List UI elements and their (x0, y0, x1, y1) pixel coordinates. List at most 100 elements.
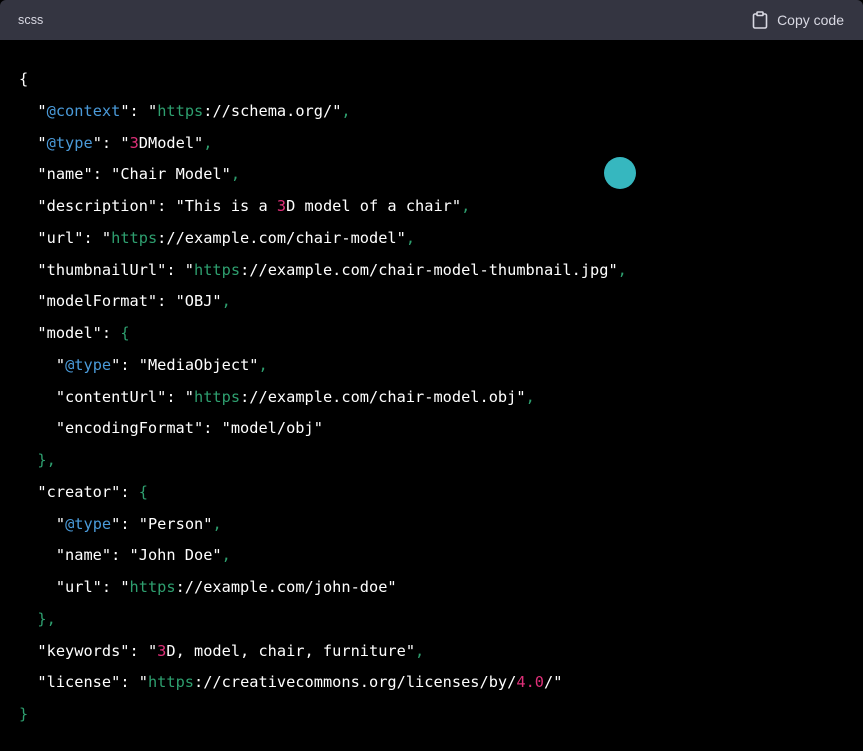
code-line: "keywords": "3D, model, chair, furniture… (19, 636, 863, 668)
code-token: "contentUrl" (19, 387, 167, 406)
code-token: 3 (276, 197, 287, 215)
code-token: " (19, 101, 47, 120)
code-token: "encodingFormat" (19, 419, 204, 438)
copy-code-label: Copy code (777, 12, 844, 28)
code-token: : (157, 292, 176, 311)
code-token: , (230, 165, 241, 184)
code-token: @context (46, 101, 121, 120)
code-line: "url": "https://example.com/chair-model"… (19, 223, 863, 255)
code-token: " (111, 514, 121, 533)
code-token: 3 (157, 641, 167, 660)
code-token: "This is a (175, 197, 277, 215)
code-token: "name" (19, 165, 93, 184)
code-token: "keywords" (19, 641, 130, 660)
code-token: https (147, 673, 195, 692)
code-line: "description": "This is a 3D model of a … (19, 191, 863, 223)
code-token: "creator" (19, 482, 121, 501)
code-token: "modelFormat" (19, 292, 158, 311)
code-line: } (19, 699, 863, 731)
code-line: "thumbnailUrl": "https://example.com/cha… (19, 255, 863, 287)
code-token: : (111, 546, 130, 565)
code-token: @type (46, 133, 93, 152)
code-token: : (157, 197, 176, 215)
code-token: D model of a chair" (286, 197, 462, 215)
code-line: "model": { (19, 318, 863, 350)
code-line: "name": "John Doe", (19, 540, 863, 572)
code-token: 4.0 (516, 673, 544, 692)
code-token: : (92, 165, 112, 184)
code-block-header: scss Copy code (0, 0, 863, 40)
code-token: , (617, 260, 627, 279)
copy-code-button[interactable]: Copy code (752, 11, 844, 29)
language-label: scss (18, 13, 44, 27)
code-token: { (19, 70, 29, 88)
code-token: , (405, 228, 416, 247)
code-token: "model/obj" (221, 419, 323, 438)
code-token: }, (19, 451, 56, 469)
code-token: , (212, 514, 222, 533)
code-line: "creator": { (19, 477, 863, 509)
code-token: : (101, 578, 121, 596)
code-token: " (120, 133, 130, 152)
code-token: /" (544, 673, 563, 692)
code-token: "license" (19, 673, 121, 692)
code-token: "url" (19, 578, 102, 596)
code-line: "@type": "MediaObject", (19, 350, 863, 382)
code-token: , (258, 355, 268, 374)
code-token: , (341, 101, 351, 120)
code-token: { (138, 482, 148, 501)
code-token: https (194, 260, 241, 279)
code-token: : (83, 228, 102, 247)
code-token: "thumbnailUrl" (19, 260, 167, 279)
code-token: : (166, 260, 185, 279)
code-token: ://example.com/john-doe" (175, 578, 397, 596)
code-token: " (147, 101, 158, 120)
code-token: "Person" (138, 514, 213, 533)
code-line: }, (19, 604, 863, 636)
code-token: "url" (19, 228, 84, 247)
code-line: "modelFormat": "OBJ", (19, 286, 863, 318)
code-token: , (221, 546, 231, 565)
pointer-cursor-indicator (604, 157, 636, 189)
code-block: scss Copy code { "@context": "https://sc… (0, 0, 863, 751)
code-token: "MediaObject" (138, 355, 259, 374)
code-token: : (129, 101, 148, 120)
code-token: , (203, 133, 213, 152)
code-token: ://schema.org/ (203, 101, 333, 120)
code-token: DModel (138, 133, 195, 152)
code-token: ://example.com/chair-model-thumbnail.jpg… (240, 260, 618, 279)
code-token: " (184, 387, 194, 406)
code-token: , (221, 292, 231, 311)
code-token: https (129, 578, 176, 596)
code-token: : (120, 355, 139, 374)
code-token: "Chair Model" (111, 165, 231, 184)
code-token: : (120, 673, 139, 692)
code-token: : (101, 133, 121, 152)
code-line: "url": "https://example.com/john-doe" (19, 572, 863, 604)
code-token: } (19, 705, 29, 723)
code-token: : (120, 482, 139, 501)
code-token: "model" (19, 324, 102, 342)
code-token: ://example.com/chair-model" (157, 228, 406, 247)
code-token: " (19, 355, 66, 374)
code-token: ://creativecommons.org/licenses/by/ (194, 673, 517, 692)
code-token: "John Doe" (129, 546, 222, 565)
code-token: "description" (19, 197, 158, 215)
code-token: : (129, 641, 148, 660)
code-token: https (111, 228, 158, 247)
code-token: : (166, 387, 185, 406)
code-token: }, (19, 609, 56, 628)
code-token: @type (65, 514, 112, 533)
code-token: 3 (129, 133, 139, 152)
code-token: , (461, 197, 471, 215)
code-token: " (147, 641, 158, 660)
code-line: }, (19, 445, 863, 477)
code-token: : (101, 324, 121, 342)
code-line: "@context": "https://schema.org/", (19, 96, 863, 128)
code-token: " (19, 133, 47, 152)
code-token: https (157, 101, 204, 120)
code-token: " (194, 133, 204, 152)
code-content[interactable]: { "@context": "https://schema.org/", "@t… (0, 40, 863, 731)
code-token: " (101, 228, 112, 247)
code-token: { (120, 324, 130, 342)
